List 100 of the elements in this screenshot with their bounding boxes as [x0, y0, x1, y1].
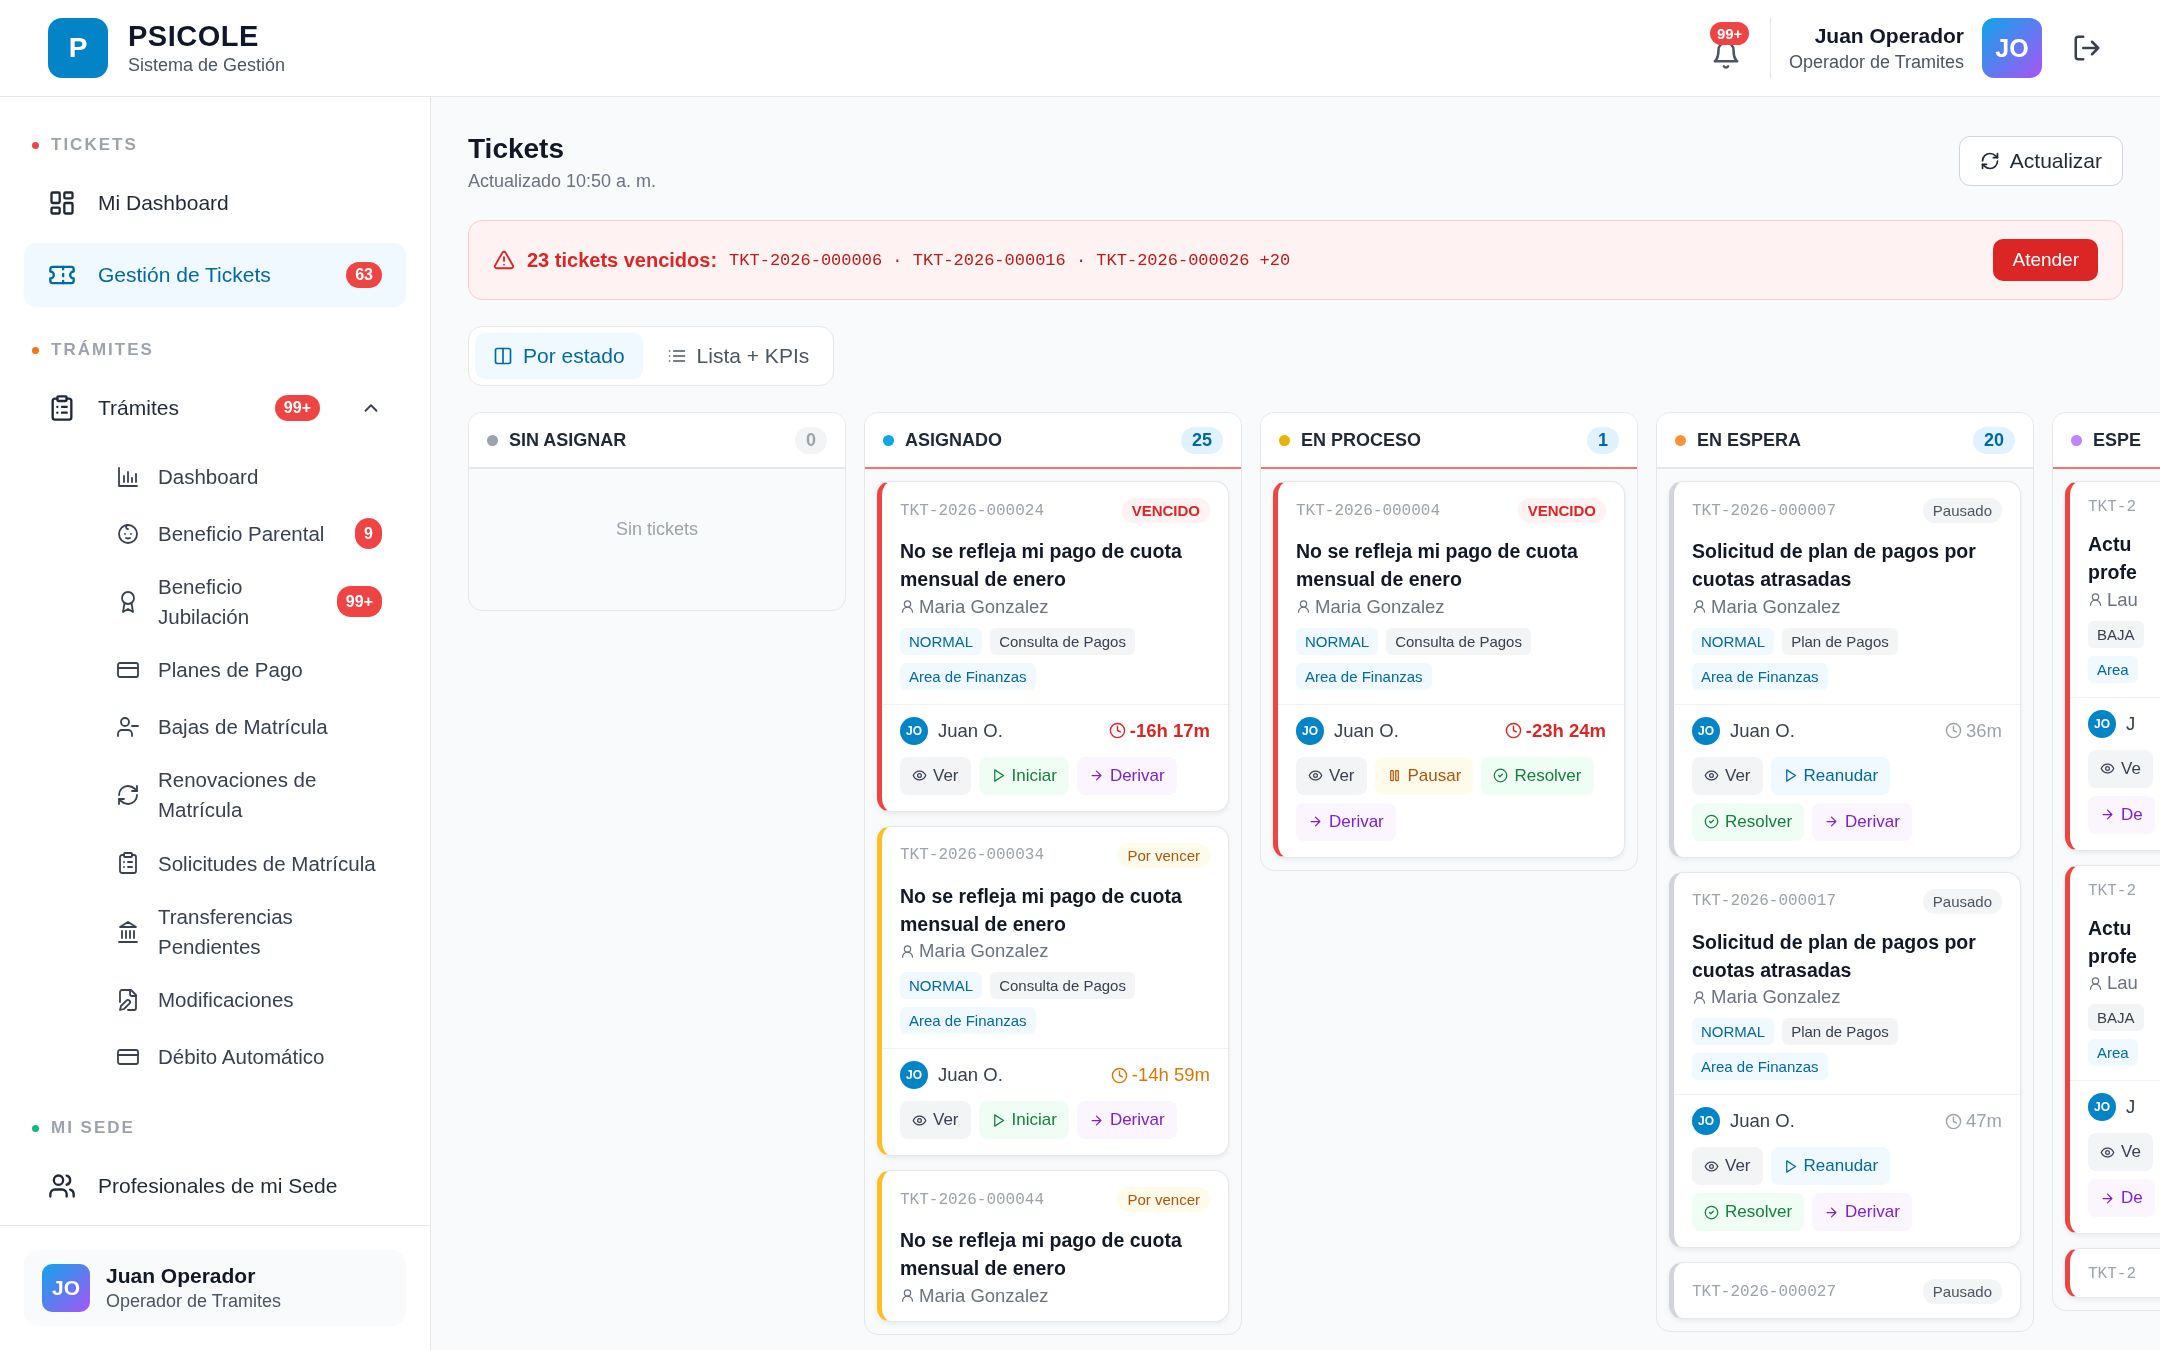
- action-button[interactable]: Derivar: [1812, 802, 1912, 841]
- refresh-button[interactable]: Actualizar: [1958, 136, 2123, 186]
- action-button[interactable]: De: [2088, 795, 2155, 834]
- action-button[interactable]: Resolver: [1481, 756, 1594, 795]
- user-icon: [2088, 592, 2103, 608]
- user-icon: [1692, 599, 1707, 615]
- user-role: Operador de Tramites: [106, 1291, 282, 1312]
- columns-icon: [493, 346, 513, 366]
- action-button[interactable]: Ver: [900, 1101, 971, 1140]
- action-button[interactable]: Derivar: [1076, 756, 1177, 795]
- action-button[interactable]: De: [2088, 1179, 2155, 1218]
- nav-subitem[interactable]: Beneficio Jubilación 99+: [96, 562, 406, 642]
- tag: Area: [2088, 655, 2138, 683]
- eye-icon: [1308, 768, 1323, 784]
- action-button[interactable]: Ver: [1296, 756, 1367, 795]
- time-text: -23h 24m: [1525, 719, 1606, 742]
- nav-subitem[interactable]: Planes de Pago: [96, 641, 406, 699]
- assignee-name: Juan O.: [1334, 719, 1399, 742]
- nav-subitem[interactable]: Beneficio Parental 9: [96, 505, 406, 562]
- user-avatar: JO: [42, 1264, 90, 1312]
- action-button[interactable]: Pausar: [1374, 756, 1474, 795]
- nav-item[interactable]: Profesionales de mi Sede: [24, 1154, 406, 1219]
- nav-subitem[interactable]: Modificaciones: [96, 971, 406, 1029]
- action-button[interactable]: Reanudar: [1770, 1147, 1891, 1186]
- nav-subitem[interactable]: Débito Automático: [96, 1028, 406, 1086]
- action-button[interactable]: Derivar: [1076, 1101, 1177, 1140]
- status-label: Por vencer: [1117, 842, 1210, 868]
- attend-button[interactable]: Atender: [1993, 239, 2098, 281]
- ticket-id: TKT-2026-000034: [900, 846, 1045, 865]
- clock-icon: [1504, 722, 1522, 740]
- action-button[interactable]: Derivar: [1812, 1193, 1912, 1232]
- action-button[interactable]: Ve: [2088, 1133, 2153, 1172]
- tag: Plan de Pagos: [1782, 627, 1898, 655]
- eye-icon: [2100, 761, 2115, 777]
- nav-subitem[interactable]: Renovaciones de Matrícula: [96, 755, 406, 835]
- nav-item[interactable]: Mi Dashboard: [24, 171, 406, 235]
- user-name: Juan Operador: [1814, 23, 1964, 48]
- action-button[interactable]: Resolver: [1692, 1193, 1805, 1232]
- nav-subitem[interactable]: Transferencias Pendientes: [96, 891, 406, 972]
- ticket-card[interactable]: TKT-2 Actu profe Lau BAJA Area JO J Ve De: [2065, 864, 2160, 1235]
- action-button[interactable]: Iniciar: [978, 756, 1069, 795]
- time-text: -16h 17m: [1129, 719, 1210, 742]
- arrow-right-icon: [1308, 814, 1323, 830]
- tag: Plan de Pagos: [1782, 1018, 1898, 1046]
- view-tab[interactable]: Por estado: [475, 333, 643, 379]
- nav-subitem[interactable]: Bajas de Matrícula: [96, 698, 406, 756]
- check-circle-icon: [1704, 814, 1719, 830]
- user-icon: [900, 599, 915, 615]
- action-button[interactable]: Iniciar: [978, 1101, 1069, 1140]
- requester-name: Maria Gonzalez: [919, 1284, 1049, 1307]
- user-avatar[interactable]: JO: [1982, 18, 2042, 78]
- warning-icon: [493, 249, 515, 271]
- logout-icon[interactable]: [2072, 33, 2102, 63]
- tag: NORMAL: [900, 627, 983, 655]
- nav-item[interactable]: Trámites 99+: [24, 376, 406, 440]
- app-logo: P: [48, 18, 108, 78]
- arrow-right-icon: [1088, 1112, 1104, 1128]
- action-button[interactable]: Ve: [2088, 749, 2153, 788]
- ticket-title: Actu profe: [2088, 915, 2138, 969]
- nav-item[interactable]: Gestión de Tickets 63: [24, 243, 406, 307]
- status-label: Pausado: [1922, 1279, 2002, 1305]
- ticket-id: TKT-2026-000004: [1296, 501, 1441, 520]
- assignee-name: J: [2126, 1096, 2136, 1119]
- action-button[interactable]: Ver: [900, 756, 971, 795]
- count-badge: 9: [355, 517, 382, 550]
- ticket-card[interactable]: TKT-2026-000044 Por vencer No se refleja mi pago de cuota mensual de enero Maria Gonzalez: [877, 1170, 1229, 1322]
- overdue-ticket-list: TKT-2026-000006 · TKT-2026-000016 · TKT-2026-000026 +20: [729, 250, 1291, 270]
- tag: Consulta de Pagos: [990, 972, 1135, 1000]
- eye-icon: [1704, 1158, 1719, 1174]
- action-button[interactable]: Resolver: [1692, 802, 1805, 841]
- assignee-avatar: JO: [1692, 1107, 1720, 1136]
- assignee-name: Juan O.: [1730, 719, 1795, 742]
- action-button[interactable]: Derivar: [1296, 802, 1396, 841]
- ticket-id: TKT-2026-000027: [1692, 1282, 1837, 1301]
- count-badge: 99+: [336, 586, 382, 618]
- ticket-card[interactable]: TKT-2026-000024 VENCIDO No se refleja mi pago de cuota mensual de enero Maria Gonzalez NORMAL Consulta de Pagos Area de Finanzas JO Juan O. -16h 17m Ver Iniciar Derivar: [877, 481, 1229, 812]
- user-card[interactable]: JO Juan Operador Operador de Tramites: [24, 1250, 406, 1326]
- column-count: 20: [1972, 426, 2015, 454]
- time-text: 36m: [1966, 719, 2002, 742]
- status-label: Por vencer: [1117, 1187, 1210, 1213]
- nav-subitem[interactable]: Dashboard: [96, 448, 406, 505]
- ticket-card[interactable]: TKT-2026-000017 Pausado Solicitud de plan de pagos por cuotas atrasadas Maria Gonzalez NORMAL Plan de Pagos Area de Finanzas JO Juan O. 47m Ver Reanudar Resolver Derivar: [1669, 871, 2021, 1249]
- assignee-name: J: [2126, 712, 2136, 735]
- assignee-name: Juan O.: [938, 1064, 1003, 1087]
- action-button[interactable]: Ver: [1692, 756, 1763, 795]
- ticket-card[interactable]: TKT-2026-000027 Pausado: [1669, 1262, 2021, 1320]
- bar-chart-icon: [116, 464, 140, 489]
- ticket-title: Solicitud de plan de pagos por cuotas atrasadas: [1692, 929, 1977, 983]
- ticket-card[interactable]: TKT-2026-000034 Por vencer No se refleja mi pago de cuota mensual de enero Maria Gonzalez NORMAL Consulta de Pagos Area de Finanzas JO Juan O. -14h 59m Ver Iniciar Derivar: [877, 825, 1229, 1157]
- count-badge: 63: [346, 262, 382, 288]
- ticket-id: TKT-2: [2088, 881, 2136, 900]
- action-button[interactable]: Reanudar: [1770, 756, 1891, 795]
- column-title: EN ESPERA: [1697, 429, 1803, 451]
- action-button[interactable]: Ver: [1692, 1147, 1763, 1186]
- view-tab[interactable]: Lista + KPIs: [648, 333, 828, 379]
- ticket-card[interactable]: TKT-2026-000004 VENCIDO No se refleja mi pago de cuota mensual de enero Maria Gonzalez NORMAL Consulta de Pagos Area de Finanzas JO Juan O. -23h 24m Ver Pausar Resolver Derivar: [1273, 481, 1625, 858]
- ticket-card[interactable]: TKT-2026-000007 Pausado Solicitud de plan de pagos por cuotas atrasadas Maria Gonzalez NORMAL Plan de Pagos Area de Finanzas JO Juan O. 36m Ver Reanudar Resolver Derivar: [1669, 481, 2021, 858]
- nav-subitem[interactable]: Solicitudes de Matrícula: [96, 834, 406, 892]
- ticket-card[interactable]: TKT-2 Actu profe Lau BAJA Area JO J Ve De: [2065, 481, 2160, 851]
- assignee-avatar: JO: [1692, 716, 1720, 745]
